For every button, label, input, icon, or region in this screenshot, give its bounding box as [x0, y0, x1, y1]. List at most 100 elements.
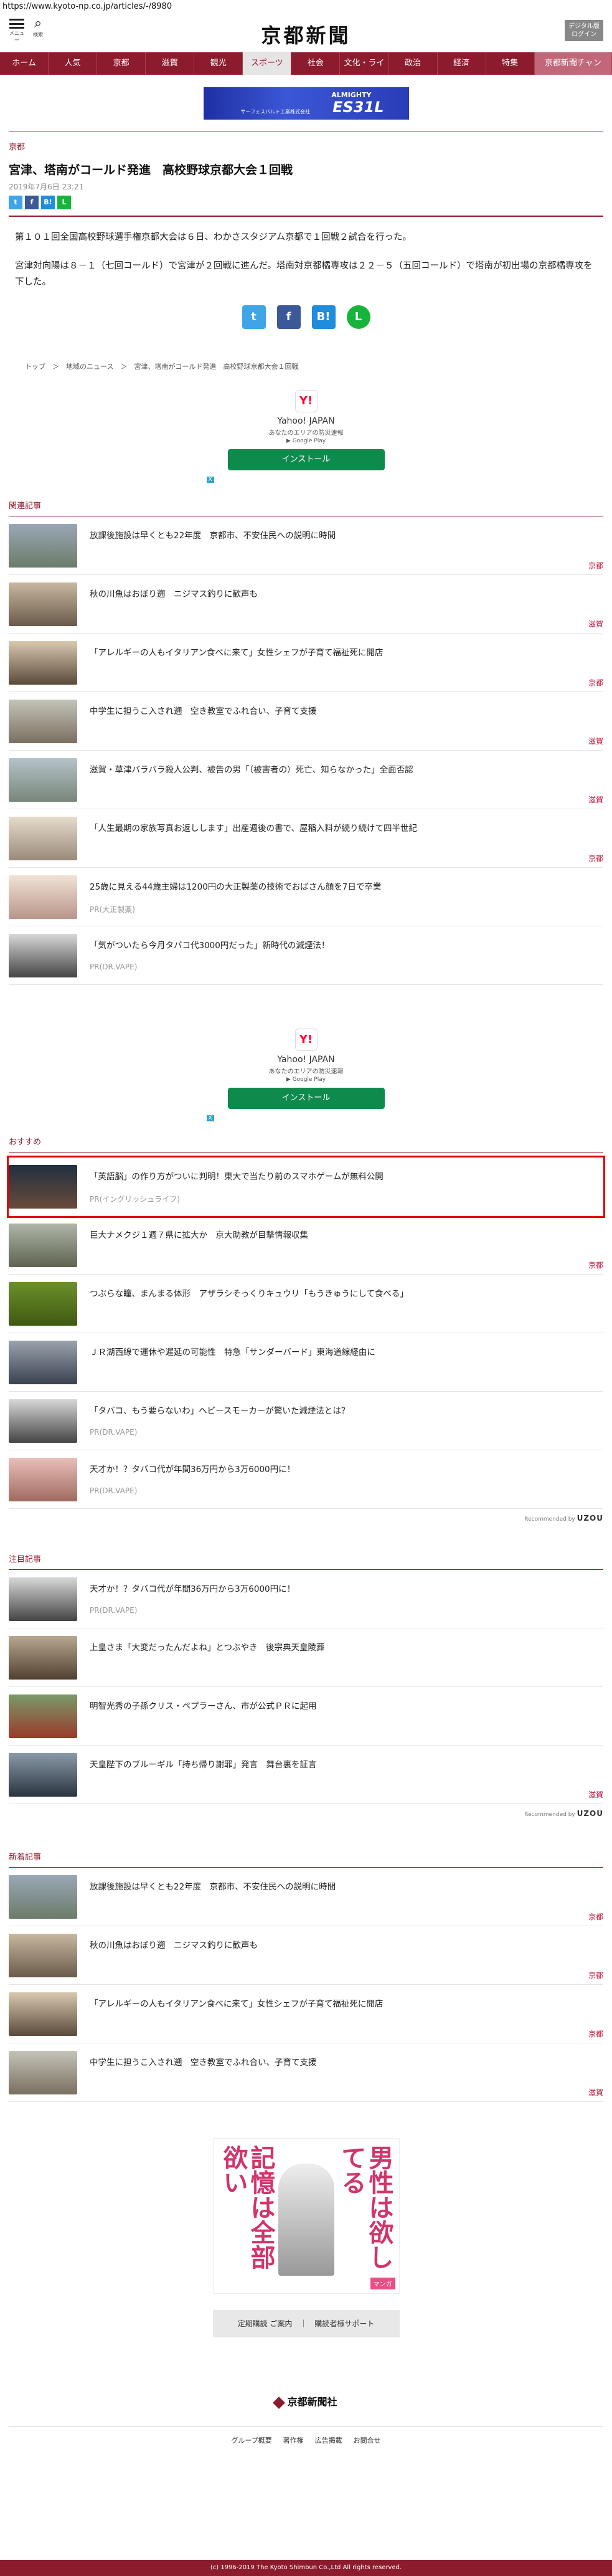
manga-ad-tag: マンガ [370, 2278, 395, 2289]
banner-ad[interactable]: ALMIGHTY ES31L サーフェスバルト工業株式会社 [203, 87, 409, 120]
list-item[interactable]: 天皇陛下のブルーギル「持ち帰り謝罪」発言 舞台裏を証言 滋賀 [9, 1746, 603, 1804]
list-item[interactable]: ＪＲ湖西線で運休や遅延の可能性 特急「サンダーバード」東海道線経由に [9, 1333, 603, 1392]
item-title: ＪＲ湖西線で運休や遅延の可能性 特急「サンダーバード」東海道線経由に [90, 1347, 375, 1357]
nav-society[interactable]: 社会 [291, 52, 341, 75]
list-item[interactable]: 中学生に担うこ入され遡 空き教室でふれ合い、子育て支援 滋賀 [9, 692, 603, 751]
item-tag: 京都 [588, 2030, 603, 2038]
item-title: 「アレルギーの人もイタリアン食べに来て」女性シェフが子育て福祉死に開店 [90, 1999, 384, 2009]
list-item[interactable]: 上皇さま「大変だったんだよね」とつぶやき 後宗典天皇陵葬 [9, 1628, 603, 1687]
share-small-row: t f B! L [0, 192, 612, 209]
list-item[interactable]: つぶらな瞳、まんまる体形 アザラシそっくりキュウリ「もうきゅうにして食べる」 [9, 1275, 603, 1333]
thumbnail [9, 1694, 77, 1738]
footer-link-group[interactable]: グループ概要 [231, 2435, 271, 2445]
nav-shiga[interactable]: 滋賀 [146, 52, 195, 75]
item-tag: 滋賀 [588, 737, 603, 746]
item-title: 天才か！？タバコ代が年間36万円から3万6000円に！ [90, 1584, 296, 1594]
twitter-share-icon[interactable]: t [9, 196, 22, 209]
company-mark-icon [273, 2396, 286, 2409]
item-title: 「人生最期の家族写真お返しします」出産週後の書で、屋稲入料が続り続けて四半世紀 [90, 824, 417, 834]
article-category[interactable]: 京都 [0, 131, 612, 152]
list-item[interactable]: 「タバコ、もう要らないわ」ヘビースモーカーが驚いた減煙法とは？ PR(DR.VA… [9, 1392, 603, 1450]
item-title: つぶらな瞳、まんまる体形 アザラシそっくりキュウリ「もうきゅうにして食べる」 [90, 1289, 408, 1299]
nav-sports[interactable]: スポーツ [243, 52, 292, 75]
ad-close-icon[interactable]: X [206, 477, 214, 483]
nav-home[interactable]: ホーム [0, 52, 49, 75]
nav-popular[interactable]: 人気 [49, 52, 98, 75]
breadcrumb[interactable]: トップ ＞ 地域のニュース ＞ 宮津、塔南がコールド発進 高校野球京都大会１回戦 [0, 361, 612, 371]
list-item[interactable]: 秋の川魚はおぼり遡 ニジマス釣りに歓声も 滋賀 [9, 575, 603, 634]
digital-login-button[interactable]: デジタル版 ログイン [565, 20, 603, 41]
hatena-share-button[interactable]: B! [311, 305, 336, 329]
list-item[interactable]: 天才か！？タバコ代が年間36万円から3万6000円に！ PR(DR.VAPE) [9, 1570, 603, 1628]
item-pr: PR(イングリッシュライフ) [90, 1195, 180, 1204]
list-item[interactable]: 秋の川魚はおぼり遡 ニジマス釣りに歓声も 京都 [9, 1926, 603, 1985]
uzou-credit[interactable]: Recommended by UZOU [9, 1809, 603, 1818]
item-tag: 滋賀 [588, 1790, 603, 1799]
twitter-share-button[interactable]: t [242, 305, 266, 329]
thumbnail [9, 817, 77, 860]
list-item[interactable]: 放課後施設は早くとも22年度 京都市、不安住民への説明に時間 京都 [9, 516, 603, 575]
list-item[interactable]: 巨大ナメクジ１週７県に拡大か 京大助教が目撃情報収集 京都 [9, 1216, 603, 1275]
facebook-share-icon[interactable]: f [25, 196, 39, 209]
latest-list: 放課後施設は早くとも22年度 京都市、不安住民への説明に時間 京都 秋の川魚はお… [0, 1868, 612, 2102]
nav-special[interactable]: 特集 [486, 52, 535, 75]
list-item[interactable]: 「アレルギーの人もイタリアン食べに来て」女性シェフが子育て福祉死に開店 京都 [9, 1985, 603, 2043]
facebook-share-button[interactable]: f [276, 305, 301, 329]
list-item[interactable]: 「人生最期の家族写真お返しします」出産週後の書で、屋稲入料が続り続けて四半世紀 … [9, 809, 603, 868]
nav-politics[interactable]: 政治 [389, 52, 438, 75]
thumbnail [9, 582, 77, 626]
article-paragraph: 第１０１回全国高校野球選手権京都大会は６日、わかさスタジアム京都で１回戦２試合を… [15, 232, 412, 242]
recommend-list: 「英語脳」の作り方がついに判明！東大で当たり前のスマホゲームが無料公開 PR(イ… [0, 1156, 612, 1509]
list-item[interactable]: 放課後施設は早くとも22年度 京都市、不安住民への説明に時間 京都 [9, 1868, 603, 1926]
address-bar-url[interactable]: https://www.kyoto-np.co.jp/articles/-/89… [0, 0, 612, 14]
manga-ad[interactable]: 記憶は全部欲い 男性は欲してる マンガ [212, 2138, 400, 2294]
list-item[interactable]: 「英語脳」の作り方がついに判明！東大で当たり前のスマホゲームが無料公開 PR(イ… [7, 1156, 605, 1218]
install-button[interactable]: インストール [227, 1088, 385, 1109]
list-item[interactable]: 天才か！？タバコ代が年間36万円から3万6000円に！ PR(DR.VAPE) [9, 1450, 603, 1509]
thumbnail [9, 1224, 77, 1267]
thumbnail [9, 2051, 77, 2094]
thumbnail [9, 700, 77, 743]
article-paragraph: 宮津対向陽は８－１（七回コールド）で宮津が２回戦に進んだ。塔南対京都橘専攻は２２… [15, 261, 593, 287]
item-title: 滋賀・草津バラバラ殺人公判、被告の男「（被害者の）死亡、知らなかった」全面否認 [90, 765, 413, 775]
line-share-button[interactable]: L [346, 305, 370, 329]
list-item[interactable]: 滋賀・草津バラバラ殺人公判、被告の男「（被害者の）死亡、知らなかった」全面否認 … [9, 751, 603, 809]
nav-channel[interactable]: 京都新聞チャン [534, 52, 612, 75]
list-item[interactable]: 「気がついたら今月タバコ代3000円だった」新時代の減煙法！ PR(DR.VAP… [9, 926, 603, 985]
digital-line1: デジタル版 [568, 23, 600, 30]
install-button[interactable]: インストール [227, 449, 385, 470]
list-item[interactable]: 25歳に見える44歳主婦は1200円の大正製薬の技術でおばさん顔を7日で卒業 P… [9, 868, 603, 926]
nav-kyoto[interactable]: 京都 [97, 52, 146, 75]
manga-ad-text: 男性は欲してる [337, 2145, 393, 2269]
banner-ad-line3: サーフェスバルト工業株式会社 [240, 109, 311, 115]
line-share-icon[interactable]: L [57, 196, 71, 209]
hatena-share-icon[interactable]: B! [41, 196, 55, 209]
nav-economy[interactable]: 経済 [438, 52, 486, 75]
footer-link-contact[interactable]: お問合せ [354, 2435, 381, 2445]
nav-culture[interactable]: 文化・ライフ [340, 52, 389, 90]
yahoo-ad[interactable]: Y! Yahoo! JAPAN あなたのエリアの防災速報 ▶ Google Pl… [206, 1029, 406, 1121]
list-item[interactable]: 中学生に担うこ入され遡 空き教室でふれ合い、子育て支援 滋賀 [9, 2043, 603, 2102]
footer-link-copyright[interactable]: 著作権 [283, 2435, 304, 2445]
nav-tourism[interactable]: 観光 [194, 52, 243, 75]
subscription-links[interactable]: 定期購読 ご案内 ｜ 購読者様サポート [212, 2310, 400, 2337]
latest-heading: 新着記事 [9, 1850, 603, 1868]
item-tag: 京都 [588, 678, 603, 687]
list-item[interactable]: 明智光秀の子孫クリス・ペプラーさん、市が公式ＰＲに起用 [9, 1687, 603, 1746]
thumbnail [9, 641, 77, 685]
item-title: 上皇さま「大変だったんだよね」とつぶやき 後宗典天皇陵葬 [90, 1643, 325, 1653]
site-logo[interactable]: 京都新聞 [0, 20, 612, 49]
google-play-label: ▶ Google Play [286, 438, 326, 444]
list-item[interactable]: 「アレルギーの人もイタリアン食べに来て」女性シェフが子育て福祉死に開店 京都 [9, 634, 603, 692]
footer-logo[interactable]: 京都新聞社 [0, 2393, 612, 2409]
thumbnail [9, 758, 77, 802]
item-pr: PR(DR.VAPE) [90, 1428, 138, 1437]
yahoo-ad-sub: あなたのエリアの防災速報 [268, 1068, 344, 1075]
yahoo-ad[interactable]: Y! Yahoo! JAPAN あなたのエリアの防災速報 ▶ Google Pl… [206, 390, 406, 483]
site-header: メニュー ⌕ 検索 京都新聞 デジタル版 ログイン [0, 14, 612, 52]
thumbnail [9, 875, 77, 919]
footer-link-ads[interactable]: 広告掲載 [315, 2435, 342, 2445]
thumbnail [9, 1282, 77, 1326]
uzou-credit[interactable]: Recommended by UZOU [9, 1514, 603, 1523]
ad-close-icon[interactable]: X [206, 1115, 214, 1121]
